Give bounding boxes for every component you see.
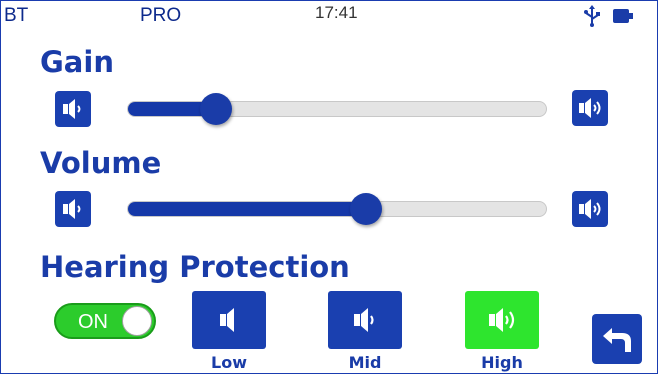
battery-icon (613, 9, 633, 23)
toggle-label: ON (78, 311, 108, 333)
volume-slider[interactable] (127, 193, 547, 225)
volume-decrease-button[interactable] (55, 191, 91, 227)
level-high-button[interactable] (465, 291, 539, 349)
level-mid-button[interactable] (328, 291, 402, 349)
hearing-protection-toggle[interactable]: ON (54, 303, 156, 339)
gain-slider-thumb[interactable] (199, 93, 232, 125)
gain-increase-button[interactable] (572, 90, 608, 126)
bluetooth-label: BT (4, 5, 29, 26)
back-arrow-icon (603, 328, 631, 352)
speaker-low-icon (220, 308, 234, 332)
mode-label: PRO (140, 5, 182, 26)
back-button[interactable] (592, 314, 642, 364)
gain-decrease-button[interactable] (55, 91, 91, 127)
level-low-button[interactable] (192, 291, 266, 349)
volume-slider-fill (128, 202, 367, 216)
device-screen: BT PRO 17:41 Gain Volume Hearing Protect… (0, 0, 658, 374)
speaker-high-icon (579, 199, 601, 219)
speaker-high-icon (579, 98, 601, 118)
volume-increase-button[interactable] (572, 191, 608, 227)
clock: 17:41 (315, 3, 358, 22)
usb-icon (584, 5, 600, 27)
level-mid-label: Mid (348, 353, 382, 372)
gain-slider[interactable] (127, 93, 547, 125)
level-high-label: High (481, 353, 523, 372)
hearing-protection-title: Hearing Protection (40, 250, 350, 284)
level-low-label: Low (211, 353, 247, 372)
status-bar: BT PRO 17:41 (1, 1, 657, 29)
speaker-mid-icon (354, 308, 374, 332)
speaker-high-icon (489, 308, 515, 332)
gain-title: Gain (40, 45, 114, 79)
speaker-low-icon (63, 99, 81, 119)
speaker-low-icon (63, 199, 81, 219)
toggle-knob (122, 306, 152, 336)
volume-title: Volume (40, 146, 162, 180)
volume-slider-thumb[interactable] (350, 193, 383, 225)
